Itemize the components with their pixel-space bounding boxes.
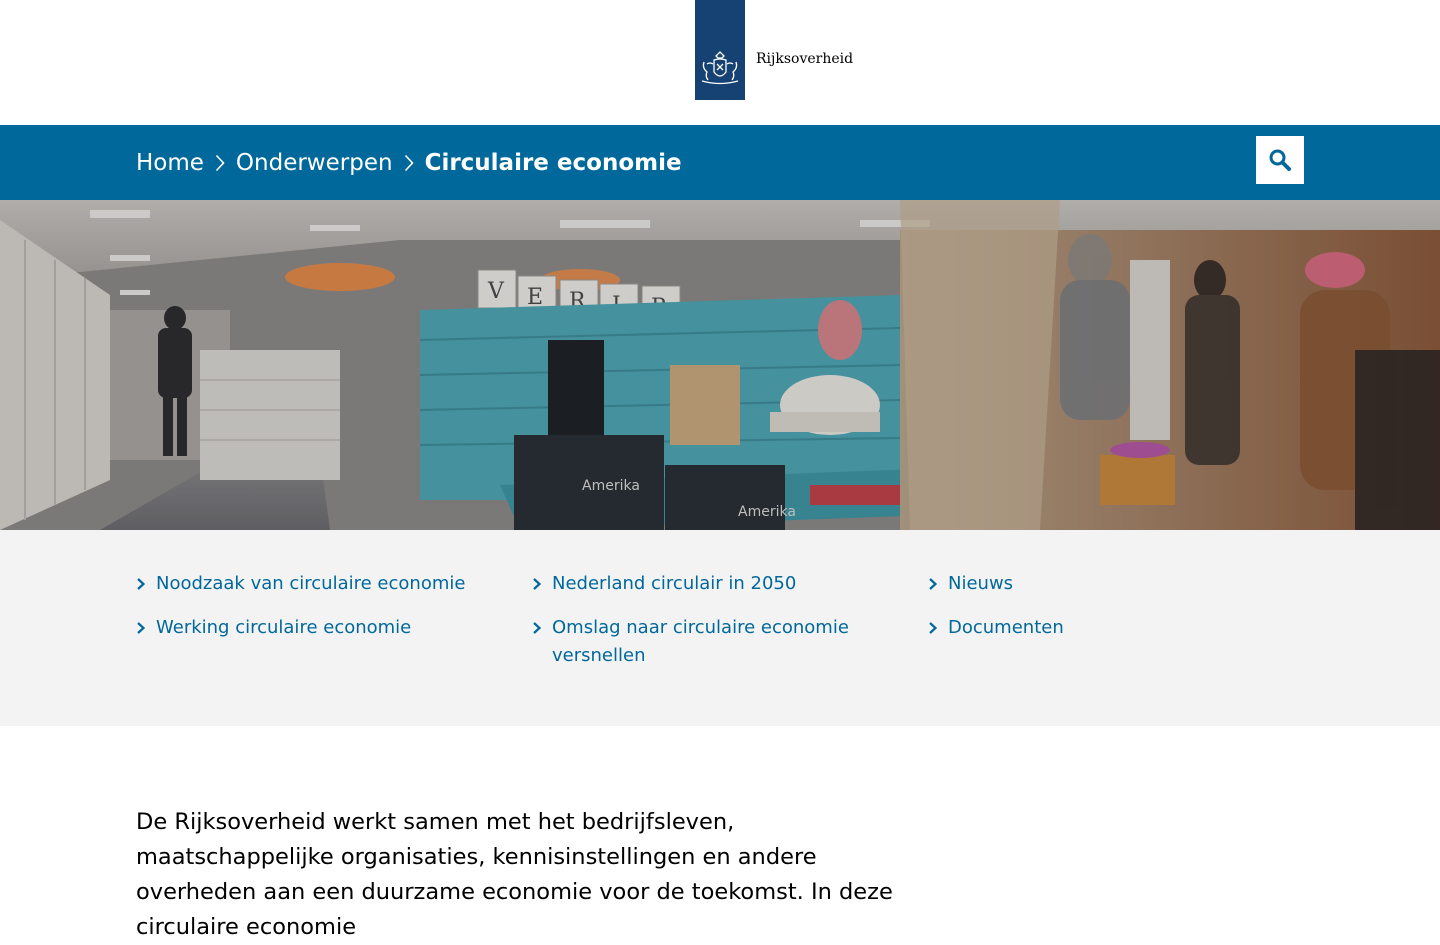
- search-icon: [1269, 149, 1291, 171]
- store-photo: V E R L P Amerika Amerika: [0, 200, 1440, 530]
- link-label: Omslag naar circulaire economie versnell…: [552, 617, 849, 666]
- site-header: Rijksoverheid: [0, 0, 1440, 125]
- link-omslag[interactable]: Omslag naar circulaire economie versnell…: [532, 614, 862, 670]
- hero-image: V E R L P Amerika Amerika: [0, 200, 1440, 530]
- topic-links-panel: Noodzaak van circulaire economie Werking…: [0, 530, 1440, 726]
- coat-of-arms-icon: [701, 51, 739, 85]
- chevron-right-icon: [137, 578, 146, 590]
- chevron-right-icon: [137, 622, 146, 634]
- chevron-right-icon: [929, 622, 938, 634]
- chevron-right-icon: [929, 578, 938, 590]
- link-werking[interactable]: Werking circulaire economie: [136, 614, 496, 642]
- link-label: Werking circulaire economie: [156, 617, 412, 638]
- link-label: Noodzaak van circulaire economie: [156, 573, 466, 594]
- link-documenten[interactable]: Documenten: [928, 614, 1288, 642]
- breadcrumb-onderwerpen[interactable]: Onderwerpen: [236, 150, 393, 176]
- links-column-2: Nederland circulair in 2050 Omslag naar …: [532, 570, 862, 686]
- logo[interactable]: [695, 0, 745, 100]
- links-column-3: Nieuws Documenten: [928, 570, 1288, 658]
- link-label: Nieuws: [948, 573, 1014, 594]
- link-noodzaak[interactable]: Noodzaak van circulaire economie: [136, 570, 496, 598]
- link-label: Nederland circulair in 2050: [552, 573, 797, 594]
- chevron-right-icon: [533, 578, 542, 590]
- logo-text: Rijksoverheid: [756, 51, 854, 67]
- breadcrumb-home[interactable]: Home: [136, 150, 204, 176]
- breadcrumb: Home Onderwerpen Circulaire economie: [136, 125, 682, 200]
- chevron-right-icon: [204, 125, 236, 200]
- breadcrumb-current: Circulaire economie: [424, 149, 682, 176]
- chevron-right-icon: [393, 125, 425, 200]
- breadcrumb-bar: Home Onderwerpen Circulaire economie: [0, 125, 1440, 200]
- link-label: Documenten: [948, 617, 1064, 638]
- intro-paragraph: De Rijksoverheid werkt samen met het bed…: [136, 809, 893, 940]
- link-nederland-circulair[interactable]: Nederland circulair in 2050: [532, 570, 862, 598]
- links-column-1: Noodzaak van circulaire economie Werking…: [136, 570, 496, 658]
- link-nieuws[interactable]: Nieuws: [928, 570, 1288, 598]
- search-button[interactable]: [1256, 136, 1304, 184]
- chevron-right-icon: [533, 622, 542, 634]
